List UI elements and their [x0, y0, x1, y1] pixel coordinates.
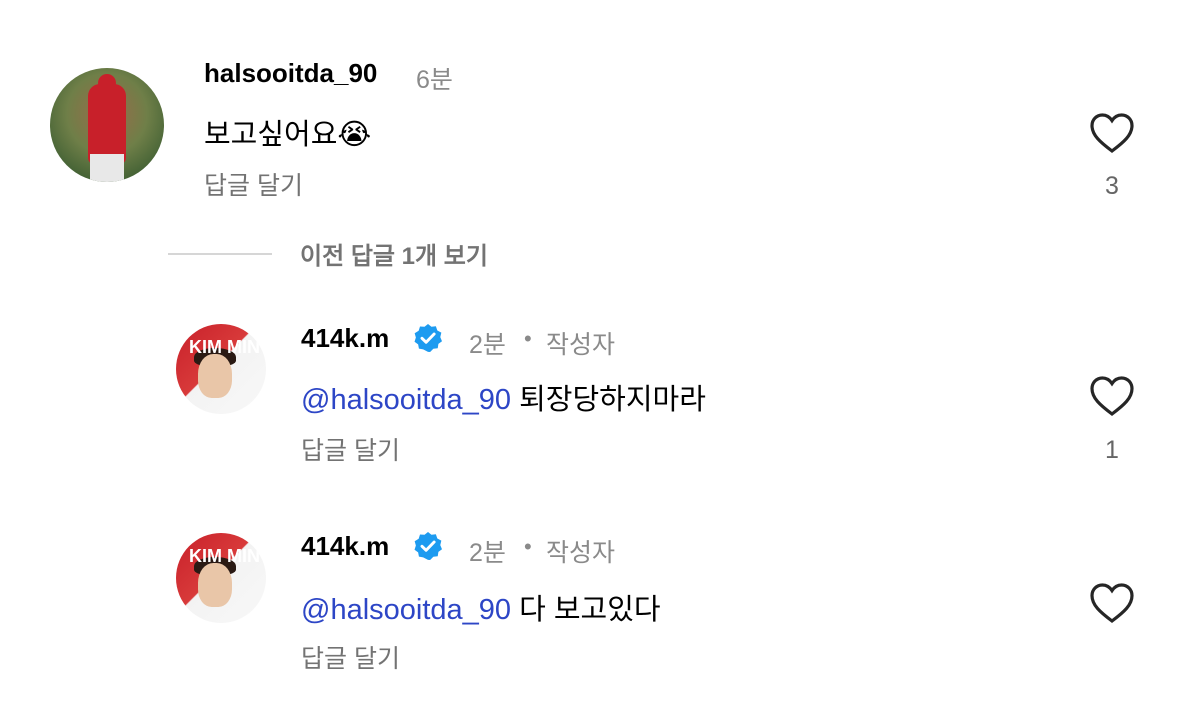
author-label: 작성자	[546, 331, 616, 359]
comment-username[interactable]: halsooitda_90	[204, 58, 377, 89]
reply-button[interactable]: 답글 달기	[301, 431, 400, 467]
avatar[interactable]: KIM MIN	[176, 533, 266, 623]
mention-link[interactable]: @halsooitda_90	[301, 594, 511, 626]
reply-text-body: 다 보고있다	[519, 594, 661, 626]
verified-badge-icon	[414, 532, 442, 560]
avatar-text: KIM MIN	[189, 337, 260, 357]
reply-text: @halsooitda_90 다 보고있다	[301, 586, 661, 628]
reply-time: 2분	[469, 331, 506, 359]
mention-link[interactable]: @halsooitda_90	[301, 384, 511, 416]
avatar-figure-legs	[90, 154, 124, 182]
heart-icon[interactable]	[1087, 580, 1137, 624]
reply-username[interactable]: 414k.m	[301, 323, 389, 354]
verified-badge-icon	[414, 324, 442, 352]
avatar[interactable]	[50, 68, 164, 182]
heart-icon[interactable]	[1087, 373, 1137, 417]
separator-dot: •	[524, 534, 532, 559]
reply-time: 2분	[469, 539, 506, 567]
view-previous-replies-button[interactable]: 이전 답글 1개 보기	[300, 236, 488, 271]
comment-text-body: 보고싶어요	[204, 119, 338, 151]
like-count[interactable]: 3	[1092, 172, 1132, 201]
avatar-figure-body	[88, 84, 126, 164]
heart-icon[interactable]	[1087, 110, 1137, 154]
author-label: 작성자	[546, 539, 616, 567]
reply-text-body: 퇴장당하지마라	[519, 384, 706, 416]
crying-emoji-icon: 😭	[337, 119, 372, 151]
reply-text: @halsooitda_90 퇴장당하지마라	[301, 376, 706, 418]
avatar[interactable]: KIM MIN	[176, 324, 266, 414]
reply-button[interactable]: 답글 달기	[204, 166, 303, 202]
avatar-face	[198, 563, 232, 607]
reply-username[interactable]: 414k.m	[301, 531, 389, 562]
avatar-face	[198, 354, 232, 398]
like-count[interactable]: 1	[1092, 436, 1132, 465]
comment-time: 6분	[416, 66, 453, 94]
avatar-text: KIM MIN	[189, 546, 260, 566]
comment-text: 보고싶어요😭	[204, 111, 371, 153]
separator-dot: •	[524, 326, 532, 351]
reply-button[interactable]: 답글 달기	[301, 639, 400, 675]
replies-divider	[168, 253, 272, 255]
